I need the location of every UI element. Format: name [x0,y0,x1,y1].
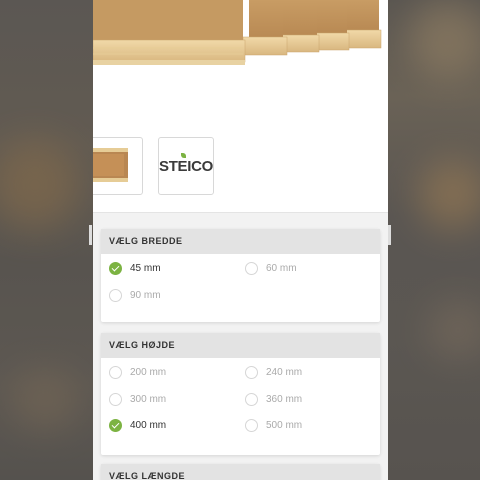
right-edge-handle [388,225,391,245]
height-choice-200[interactable]: 200 mm [109,366,166,379]
width-choice-45[interactable]: 45 mm [109,262,161,275]
height-option-card: VÆLG HØJDE 200 mm 240 mm 300 mm 360 mm 4… [101,333,380,455]
i-joist-image [93,0,382,65]
checkmark-icon [109,419,122,432]
product-image [93,0,388,90]
radio-icon [245,419,258,432]
radio-icon [245,393,258,406]
product-thumbnails: STEICO [93,137,388,197]
steico-logo: STEICO [159,152,213,175]
wood-thumbnail-image [93,148,128,182]
width-choice-90[interactable]: 90 mm [109,289,161,302]
width-option-card: VÆLG BREDDE 45 mm 60 mm 90 mm [101,229,380,322]
width-choice-60[interactable]: 60 mm [245,262,297,275]
width-choice-label: 45 mm [130,263,161,274]
width-choice-label: 90 mm [130,290,161,301]
height-choice-500[interactable]: 500 mm [245,419,302,432]
blurred-backdrop-left [0,0,93,480]
radio-icon [245,366,258,379]
height-choice-240[interactable]: 240 mm [245,366,302,379]
steico-logo-thumbnail[interactable]: STEICO [158,137,214,195]
height-option-title: VÆLG HØJDE [101,333,380,358]
height-choice-360[interactable]: 360 mm [245,393,302,406]
left-edge-handle [89,225,92,245]
leaf-icon [180,152,186,158]
length-option-card: VÆLG LÆNGDE [101,464,380,480]
length-option-title: VÆLG LÆNGDE [101,464,380,480]
height-choice-label: 240 mm [266,367,303,378]
radio-icon [109,289,122,302]
blurred-backdrop-right [388,0,480,480]
checkmark-icon [109,262,122,275]
width-choice-label: 60 mm [266,263,297,274]
wood-beam-thumbnail[interactable] [93,137,143,195]
radio-icon [245,262,258,275]
product-page: STEICO VÆLG BREDDE 45 mm 60 mm 90 mm VÆL… [93,0,388,480]
height-choice-label: 360 mm [266,394,303,405]
radio-icon [109,366,122,379]
height-choice-400[interactable]: 400 mm [109,419,166,432]
height-choice-label: 300 mm [130,394,167,405]
radio-icon [109,393,122,406]
height-choice-label: 400 mm [130,420,167,431]
width-option-title: VÆLG BREDDE [101,229,380,254]
height-choice-label: 200 mm [130,367,167,378]
height-choice-label: 500 mm [266,420,303,431]
height-choice-300[interactable]: 300 mm [109,393,166,406]
